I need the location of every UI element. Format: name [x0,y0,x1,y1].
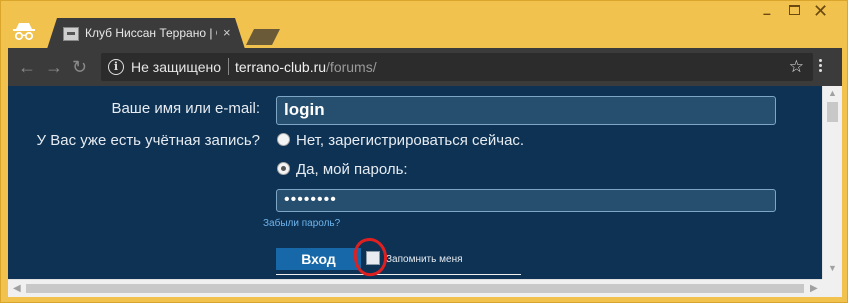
reload-icon[interactable]: ↻ [72,57,87,78]
security-label[interactable]: Не защищено [131,59,221,75]
vertical-scrollbar[interactable]: ▲ ▼ [822,86,842,279]
option-register[interactable]: Нет, зарегистрироваться сейчас. [277,132,524,149]
login-button[interactable]: Вход [276,248,361,270]
remember-label[interactable]: Запомнить меня [386,254,463,265]
vertical-scroll-thumb[interactable] [827,102,838,122]
option-password[interactable]: Да, мой пароль: [277,161,408,178]
favicon-icon [63,27,79,41]
url-divider [228,58,229,75]
account-question: У Вас уже есть учётная запись? [36,132,260,149]
horizontal-scrollbar[interactable]: ◀ ▶ [8,279,822,297]
scrollbar-corner [822,279,842,297]
new-tab-button[interactable] [246,29,280,45]
url-text[interactable]: terrano-club.ru/forums/ [235,59,377,75]
login-form: Ваше имя или e-mail: login У Вас уже ест… [8,86,822,279]
scroll-left-icon[interactable]: ◀ [13,283,21,294]
browser-toolbar: ← → ↻ i Не защищено terrano-club.ru/foru… [8,48,842,86]
close-window-icon[interactable]: ✕ [813,1,828,22]
address-bar[interactable]: i Не защищено terrano-club.ru/forums/ ☆ [101,53,813,81]
browser-window: Клуб Ниссан Террано | С × – ✕ ← → ↻ i Не… [0,0,848,303]
minimize-icon[interactable]: – [763,5,771,21]
radio-register[interactable] [277,133,290,146]
scroll-down-icon[interactable]: ▼ [828,263,837,273]
back-icon[interactable]: ← [18,57,36,78]
horizontal-scroll-thumb[interactable] [26,284,804,293]
scroll-right-icon[interactable]: ▶ [810,283,818,294]
option-register-label: Нет, зарегистрироваться сейчас. [296,132,525,149]
forgot-password-link[interactable]: Забыли пароль? [263,218,340,229]
tab-active[interactable]: Клуб Ниссан Террано | С × [47,18,245,49]
password-input[interactable]: •••••••• [276,189,776,212]
radio-password[interactable] [277,162,290,175]
forward-icon[interactable]: → [45,57,63,78]
tab-strip: Клуб Ниссан Террано | С × – ✕ [1,1,848,49]
scroll-up-icon[interactable]: ▲ [828,88,837,98]
username-input[interactable]: login [276,96,776,125]
maximize-icon[interactable] [789,5,800,15]
url-path: /forums/ [326,59,377,75]
option-password-label: Да, мой пароль: [296,161,408,178]
divider [276,274,521,275]
incognito-icon [13,23,35,41]
tab-title: Клуб Ниссан Террано | С [85,26,217,40]
username-label: Ваше имя или e-mail: [111,100,260,117]
close-tab-icon[interactable]: × [223,25,231,40]
info-icon[interactable]: i [108,59,124,75]
annotation-circle [351,235,390,279]
menu-icon[interactable] [819,59,823,74]
star-icon[interactable]: ☆ [789,57,804,77]
url-host: terrano-club.ru [235,59,327,75]
